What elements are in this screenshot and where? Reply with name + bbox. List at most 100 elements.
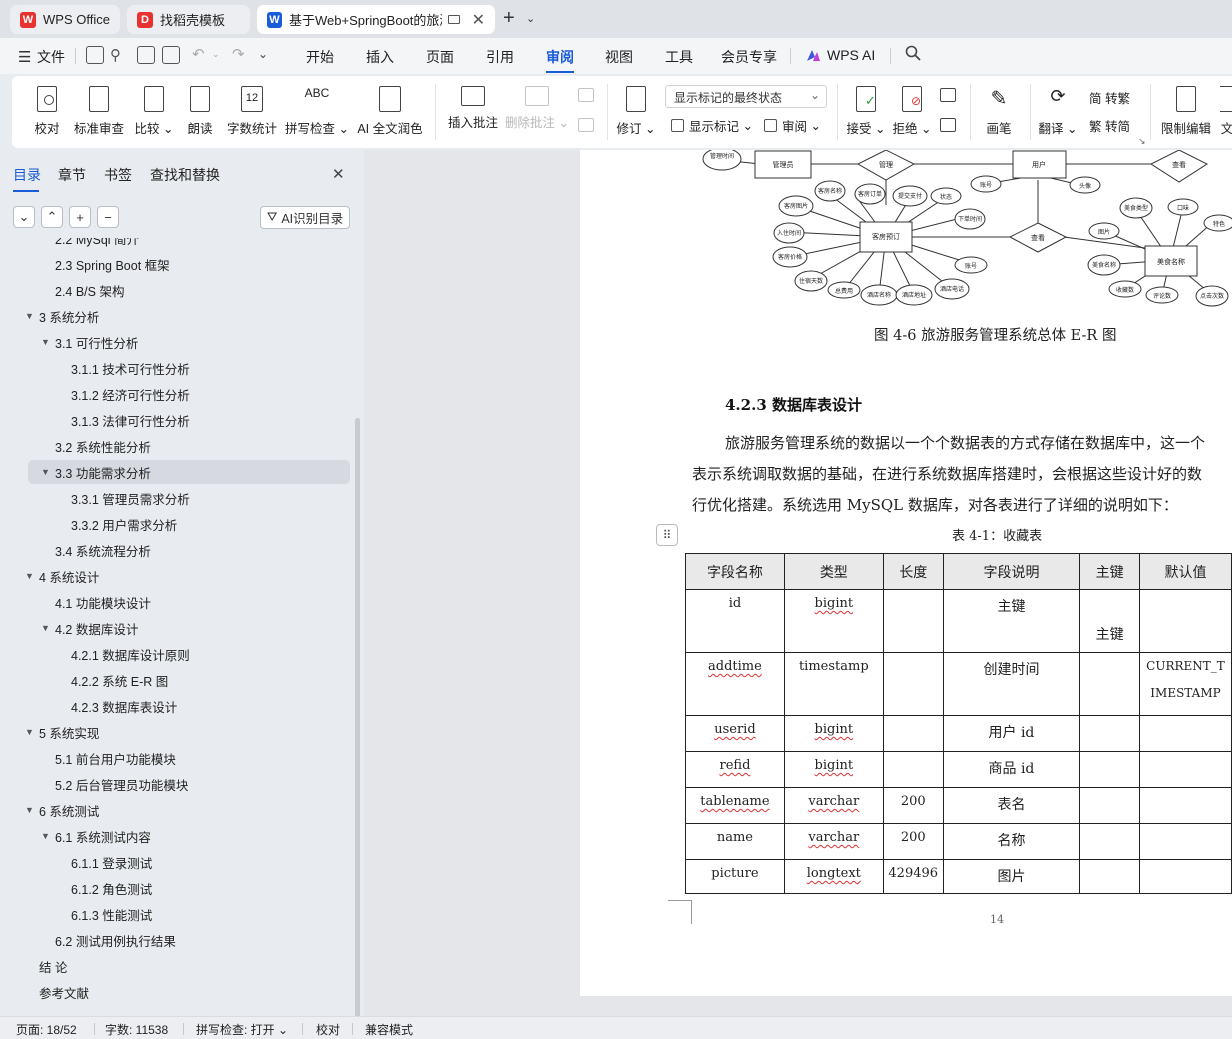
- table-cell-desc[interactable]: 创建时间: [942, 652, 1081, 716]
- table-move-handle[interactable]: ⠿: [656, 524, 678, 546]
- table-cell-name[interactable]: id: [685, 589, 785, 653]
- menu-member[interactable]: 会员专享: [721, 47, 777, 67]
- to-traditional-button[interactable]: 简 转繁: [1089, 88, 1130, 107]
- toc-item[interactable]: 2.4 B/S 架构: [0, 278, 352, 302]
- toc-item[interactable]: 参考文献: [0, 980, 352, 1004]
- ink-button[interactable]: ✎ 画笔: [982, 76, 1016, 148]
- tab-find-replace[interactable]: 查找和替换: [150, 165, 220, 185]
- toc-item[interactable]: 3.3.2 用户需求分析: [0, 512, 352, 536]
- chevron-down-icon[interactable]: ⌄: [526, 12, 535, 25]
- tab-docer[interactable]: D 找稻壳模板: [127, 5, 250, 34]
- table-cell-type[interactable]: timestamp: [783, 652, 884, 716]
- read-aloud-button[interactable]: 朗读: [186, 76, 214, 148]
- expand-group-icon[interactable]: ↘: [1138, 136, 1146, 147]
- menu-page[interactable]: 页面: [426, 47, 454, 67]
- previous-comment-icon[interactable]: [578, 88, 594, 102]
- table-cell-pk[interactable]: [1079, 715, 1141, 752]
- expand-arrow-icon[interactable]: ▼: [41, 623, 50, 633]
- compare-button[interactable]: 比较 ⌄: [135, 76, 173, 148]
- toc-item[interactable]: ▼ 6.1 系统测试内容: [0, 824, 352, 848]
- menu-insert[interactable]: 插入: [366, 47, 394, 67]
- toc-item[interactable]: 5.1 前台用户功能模块: [0, 746, 352, 770]
- toc-item[interactable]: ▼ 4 系统设计: [0, 564, 352, 588]
- tab-bookmarks[interactable]: 书签: [104, 165, 132, 185]
- save-icon[interactable]: [86, 46, 104, 64]
- spell-check-indicator[interactable]: 拼写检查: 打开 ⌄: [196, 1021, 288, 1038]
- table-cell-def[interactable]: [1139, 787, 1232, 824]
- table-cell-len[interactable]: [882, 652, 944, 716]
- toc-item[interactable]: ▼ 5 系统实现: [0, 720, 352, 744]
- menu-wps-ai[interactable]: WPS AI: [827, 47, 875, 63]
- table-cell-len[interactable]: 429496: [882, 859, 944, 894]
- close-icon[interactable]: ✕: [472, 10, 485, 30]
- ai-polish-button[interactable]: AI 全文润色: [357, 76, 423, 148]
- expand-arrow-icon[interactable]: ▼: [25, 571, 34, 581]
- spell-check-button[interactable]: ABC 拼写检查 ⌄: [285, 76, 349, 148]
- table-cell-name[interactable]: picture: [685, 859, 785, 894]
- more-icon[interactable]: ⌄: [258, 47, 268, 61]
- chevron-up-button[interactable]: ⌃: [41, 206, 63, 228]
- table-cell-desc[interactable]: 图片: [942, 859, 1081, 894]
- word-count-indicator[interactable]: 字数: 11538: [105, 1021, 168, 1038]
- table-cell-desc[interactable]: 商品 id: [942, 751, 1081, 788]
- menu-home[interactable]: 开始: [306, 47, 334, 67]
- toc-scrollbar[interactable]: [355, 418, 360, 1018]
- table-cell-def[interactable]: [1139, 751, 1232, 788]
- menu-file[interactable]: 文件: [37, 47, 65, 67]
- insert-comment-button[interactable]: 插入批注: [448, 76, 498, 148]
- table-cell-len[interactable]: 200: [882, 787, 944, 824]
- toc-item[interactable]: 4.2.1 数据库设计原则: [0, 642, 352, 666]
- print-icon[interactable]: [137, 46, 155, 64]
- close-icon[interactable]: ✕: [332, 165, 345, 183]
- table-cell-type[interactable]: varchar: [783, 787, 884, 824]
- table-cell-len[interactable]: [882, 715, 944, 752]
- expand-arrow-icon[interactable]: ▼: [25, 311, 34, 321]
- collapse-all-button[interactable]: ⌄: [13, 206, 35, 228]
- toc-item[interactable]: 6.1.2 角色测试: [0, 876, 352, 900]
- redo-icon[interactable]: ↷: [232, 45, 245, 63]
- accept-button[interactable]: ✓ 接受 ⌄: [847, 76, 885, 148]
- table-cell-type[interactable]: bigint: [783, 751, 884, 788]
- toc-item[interactable]: ▼ 3 系统分析: [0, 304, 352, 328]
- table-cell-type[interactable]: bigint: [783, 589, 884, 653]
- table-cell-pk[interactable]: [1079, 823, 1141, 860]
- tab-toc[interactable]: 目录: [13, 165, 41, 185]
- restrict-editing-button[interactable]: 限制编辑: [1160, 76, 1212, 148]
- remove-heading-button[interactable]: −: [97, 206, 119, 228]
- table-cell-name[interactable]: name: [685, 823, 785, 860]
- field-table[interactable]: 字段名称 类型 长度 字段说明 主键 默认值 id bigint 主键 主键 addti…: [685, 553, 1232, 894]
- delete-comment-button[interactable]: 删除批注 ⌄: [505, 76, 569, 148]
- tab-chapters[interactable]: 章节: [58, 165, 86, 185]
- to-simplified-button[interactable]: 繁 转简: [1089, 116, 1130, 135]
- toc-item[interactable]: 6.1.3 性能测试: [0, 902, 352, 926]
- chevron-down-icon[interactable]: ⌄: [212, 49, 220, 60]
- add-heading-button[interactable]: +: [69, 206, 91, 228]
- table-cell-desc[interactable]: 表名: [942, 787, 1081, 824]
- toc-item[interactable]: 5.2 后台管理员功能模块: [0, 772, 352, 796]
- table-cell-def[interactable]: [1139, 823, 1232, 860]
- document-button[interactable]: 文: [1220, 76, 1232, 148]
- new-tab-icon[interactable]: +: [503, 7, 515, 30]
- markup-state-select[interactable]: 显示标记的最终状态 ⌄: [665, 85, 827, 108]
- toc-item[interactable]: 结 论: [0, 954, 352, 978]
- table-cell-pk[interactable]: [1079, 751, 1141, 788]
- table-cell-pk[interactable]: [1079, 787, 1141, 824]
- previous-change-icon[interactable]: [940, 88, 956, 102]
- print-preview-icon[interactable]: [162, 46, 180, 64]
- table-cell-len[interactable]: [882, 589, 944, 653]
- table-cell-pk[interactable]: [1079, 652, 1141, 716]
- table-cell-type[interactable]: longtext: [783, 859, 884, 894]
- toc-item[interactable]: 2.3 Spring Boot 框架: [0, 252, 352, 276]
- table-cell-def[interactable]: [1139, 859, 1232, 894]
- toc-item[interactable]: 6.2 测试用例执行结果: [0, 928, 352, 952]
- table-cell-len[interactable]: [882, 751, 944, 788]
- expand-arrow-icon[interactable]: ▼: [25, 727, 34, 737]
- table-cell-desc[interactable]: 用户 id: [942, 715, 1081, 752]
- toc-item[interactable]: 2.2 MySql 简介: [0, 238, 352, 250]
- standard-review-button[interactable]: 标准审查: [74, 76, 124, 148]
- translate-button[interactable]: ⟳ 翻译 ⌄: [1038, 76, 1078, 148]
- toc-item[interactable]: ▼ 4.2 数据库设计: [0, 616, 352, 640]
- table-cell-pk[interactable]: 主键: [1079, 589, 1141, 653]
- next-change-icon[interactable]: [940, 118, 956, 132]
- expand-arrow-icon[interactable]: ▼: [41, 467, 50, 477]
